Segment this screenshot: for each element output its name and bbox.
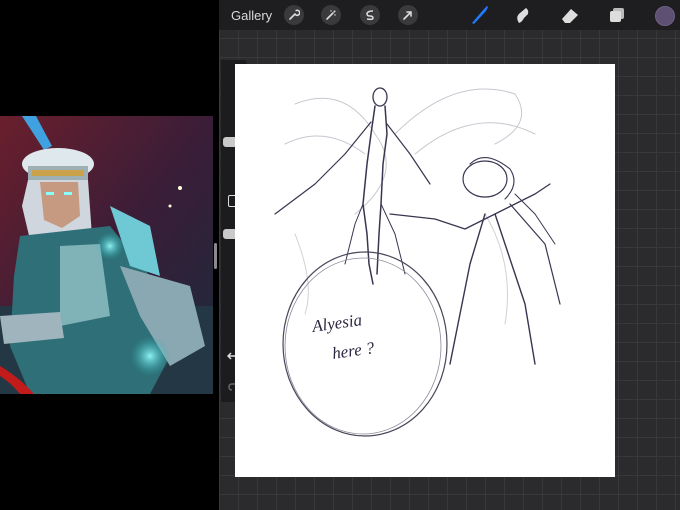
color-swatch[interactable] <box>655 6 675 26</box>
handwritten-note-line2: here ? <box>331 338 376 363</box>
sketch-drawing: Alyesia here ? <box>274 87 561 437</box>
eraser-icon[interactable] <box>559 4 581 26</box>
reference-image <box>0 116 213 394</box>
handwritten-note-line1: Alyesia <box>310 310 363 336</box>
split-view-handle[interactable] <box>214 243 217 269</box>
magic-wand-icon[interactable] <box>321 5 341 25</box>
reference-panel <box>0 0 219 510</box>
smudge-icon[interactable] <box>512 4 534 26</box>
gallery-button[interactable]: Gallery <box>231 8 272 23</box>
drawing-canvas[interactable]: Alyesia here ? <box>235 64 615 477</box>
layers-icon[interactable] <box>606 4 628 26</box>
wrench-icon[interactable] <box>284 5 304 25</box>
selection-icon[interactable] <box>360 5 380 25</box>
transform-arrow-icon[interactable] <box>398 5 418 25</box>
brush-icon[interactable] <box>468 4 490 26</box>
